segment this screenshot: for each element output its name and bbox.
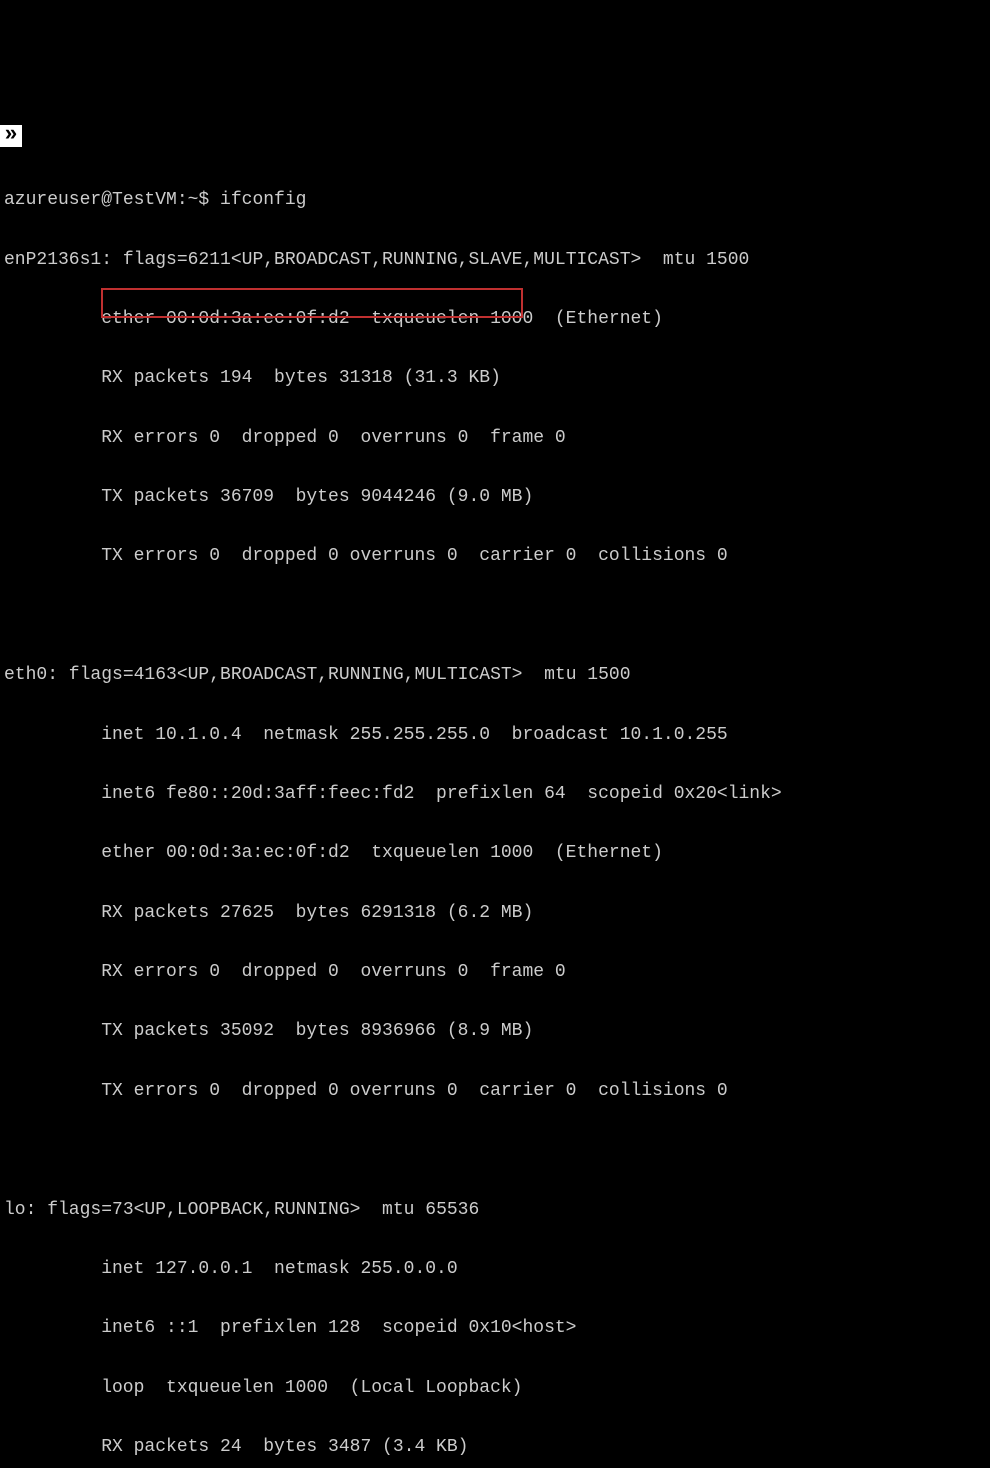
- iface-eth0-inet6: inet6 fe80::20d:3aff:feec:fd2 prefixlen …: [4, 780, 986, 810]
- iface-eth0-ether: ether 00:0d:3a:ec:0f:d2 txqueuelen 1000 …: [4, 839, 986, 869]
- iface-enP2136s1-tx-packets: TX packets 36709 bytes 9044246 (9.0 MB): [4, 483, 986, 513]
- iface-lo-rx-packets: RX packets 24 bytes 3487 (3.4 KB): [4, 1433, 986, 1463]
- iface-lo-loop: loop txqueuelen 1000 (Local Loopback): [4, 1374, 986, 1404]
- prompt-line: azureuser@TestVM:~$ ifconfig: [4, 186, 986, 216]
- iface-enP2136s1-rx-errors: RX errors 0 dropped 0 overruns 0 frame 0: [4, 424, 986, 454]
- iface-eth0-rx-errors: RX errors 0 dropped 0 overruns 0 frame 0: [4, 958, 986, 988]
- terminal-output: azureuser@TestVM:~$ ifconfig enP2136s1: …: [4, 186, 986, 1468]
- iface-enP2136s1-ether: ether 00:0d:3a:ec:0f:d2 txqueuelen 1000 …: [4, 305, 986, 335]
- iface-enP2136s1-header: enP2136s1: flags=6211<UP,BROADCAST,RUNNI…: [4, 246, 986, 276]
- iface-eth0-tx-packets: TX packets 35092 bytes 8936966 (8.9 MB): [4, 1017, 986, 1047]
- iface-lo-header: lo: flags=73<UP,LOOPBACK,RUNNING> mtu 65…: [4, 1196, 986, 1226]
- blank-line: [4, 602, 986, 632]
- iface-eth0-header: eth0: flags=4163<UP,BROADCAST,RUNNING,MU…: [4, 661, 986, 691]
- iface-eth0-tx-errors: TX errors 0 dropped 0 overruns 0 carrier…: [4, 1077, 986, 1107]
- blank-line: [4, 1136, 986, 1166]
- side-indicator: »: [0, 125, 22, 147]
- iface-lo-inet6: inet6 ::1 prefixlen 128 scopeid 0x10<hos…: [4, 1314, 986, 1344]
- iface-lo-inet: inet 127.0.0.1 netmask 255.0.0.0: [4, 1255, 986, 1285]
- iface-eth0-inet: inet 10.1.0.4 netmask 255.255.255.0 broa…: [4, 721, 986, 751]
- iface-eth0-rx-packets: RX packets 27625 bytes 6291318 (6.2 MB): [4, 899, 986, 929]
- iface-enP2136s1-rx-packets: RX packets 194 bytes 31318 (31.3 KB): [4, 364, 986, 394]
- iface-enP2136s1-tx-errors: TX errors 0 dropped 0 overruns 0 carrier…: [4, 542, 986, 572]
